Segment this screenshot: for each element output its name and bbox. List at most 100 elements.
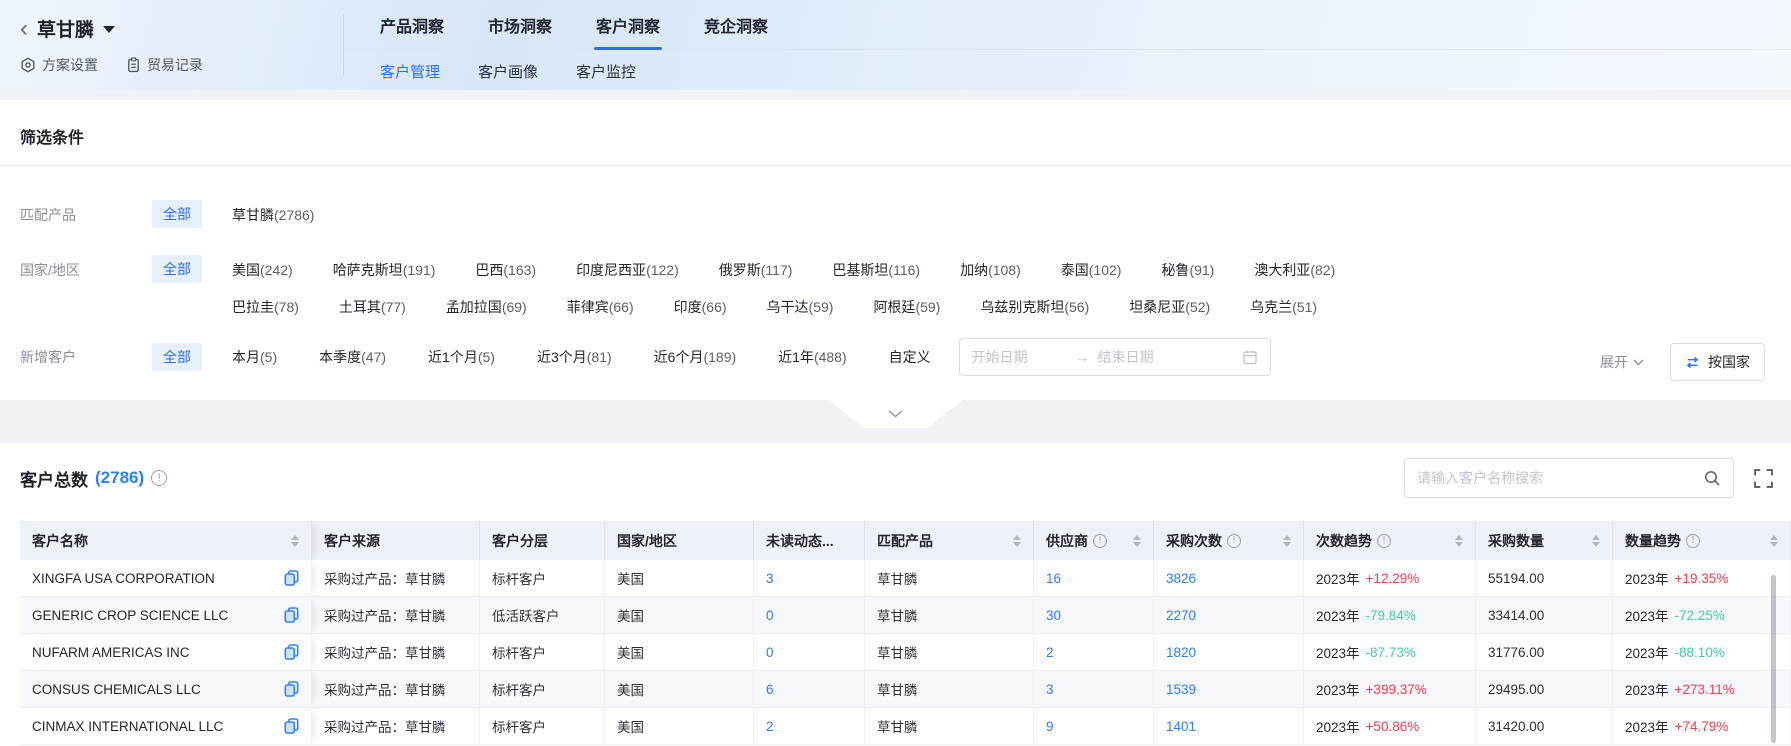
- filter-item[interactable]: 草甘膦(2786): [232, 205, 314, 225]
- column-header[interactable]: 客户来源: [312, 521, 480, 560]
- copy-icon[interactable]: [284, 607, 299, 623]
- column-header[interactable]: 采购次数!: [1154, 521, 1304, 560]
- filter-item[interactable]: 加纳(108): [960, 260, 1021, 280]
- sort-icon[interactable]: [1133, 535, 1141, 547]
- sort-icon[interactable]: [1592, 535, 1600, 547]
- filter-item[interactable]: 澳大利亚(82): [1254, 260, 1335, 280]
- cell-unread-updates[interactable]: 0: [754, 634, 865, 670]
- filter-item-name: 近1年: [778, 349, 814, 365]
- sort-icon[interactable]: [1013, 535, 1021, 547]
- cell-suppliers[interactable]: 2: [1034, 634, 1154, 670]
- copy-icon[interactable]: [284, 718, 299, 734]
- cell-purchase-count[interactable]: 2270: [1154, 597, 1304, 633]
- sub-tab-item[interactable]: 客户监控: [576, 61, 636, 82]
- cell-purchase-count[interactable]: 3826: [1154, 560, 1304, 596]
- column-header[interactable]: 国家/地区: [605, 521, 754, 560]
- filter-item[interactable]: 巴西(163): [475, 260, 536, 280]
- filter-item[interactable]: 巴拉圭(78): [232, 297, 299, 317]
- column-header[interactable]: 客户名称: [20, 521, 312, 560]
- column-header[interactable]: 客户分层: [480, 521, 605, 560]
- filter-item[interactable]: 本季度(47): [319, 347, 386, 367]
- filter-item[interactable]: 乌克兰(51): [1250, 297, 1317, 317]
- customer-name[interactable]: CONSUS CHEMICALS LLC: [32, 682, 201, 697]
- cell-unread-updates[interactable]: 2: [754, 708, 865, 744]
- cell-suppliers[interactable]: 3: [1034, 671, 1154, 707]
- back-icon[interactable]: ‹: [20, 19, 28, 39]
- copy-icon[interactable]: [284, 570, 299, 586]
- fullscreen-button[interactable]: [1754, 469, 1773, 488]
- customer-name[interactable]: GENERIC CROP SCIENCE LLC: [32, 608, 228, 623]
- filter-item[interactable]: 俄罗斯(117): [719, 260, 793, 280]
- customer-name[interactable]: XINGFA USA CORPORATION: [32, 571, 215, 586]
- expand-button[interactable]: 展开: [1600, 352, 1644, 372]
- cell-suppliers[interactable]: 9: [1034, 708, 1154, 744]
- filter-item[interactable]: 阿根廷(59): [873, 297, 940, 317]
- tab-item[interactable]: 市场洞察: [488, 0, 552, 49]
- start-date-input[interactable]: [972, 349, 1068, 365]
- end-date-input[interactable]: [1098, 349, 1194, 365]
- vertical-scrollbar[interactable]: [1771, 575, 1776, 743]
- sort-icon[interactable]: [1770, 535, 1778, 547]
- cell-purchase-count[interactable]: 1401: [1154, 708, 1304, 744]
- sub-tab-item[interactable]: 客户管理: [380, 61, 440, 82]
- sort-icon[interactable]: [1283, 535, 1291, 547]
- filter-item[interactable]: 印度尼西亚(122): [576, 260, 679, 280]
- tab-item[interactable]: 产品洞察: [380, 0, 444, 49]
- sort-icon[interactable]: [1455, 535, 1463, 547]
- customer-name[interactable]: CINMAX INTERNATIONAL LLC: [32, 719, 223, 734]
- all-chip-product[interactable]: 全部: [152, 200, 202, 228]
- column-header[interactable]: 匹配产品: [865, 521, 1034, 560]
- filter-item[interactable]: 美国(242): [232, 260, 293, 280]
- search-icon[interactable]: [1703, 469, 1721, 487]
- trend-year: 2023年: [1625, 716, 1669, 736]
- filter-item[interactable]: 乌干达(59): [767, 297, 834, 317]
- filter-item[interactable]: 乌兹别克斯坦(56): [980, 297, 1089, 317]
- filter-item[interactable]: 菲律宾(66): [567, 297, 634, 317]
- cell-suppliers[interactable]: 16: [1034, 560, 1154, 596]
- title-row: ‹ 草甘膦: [20, 15, 340, 42]
- filter-item[interactable]: 近1个月(5): [428, 347, 495, 367]
- copy-icon[interactable]: [284, 681, 299, 697]
- filter-item[interactable]: 本月(5): [232, 347, 277, 367]
- filter-item[interactable]: 印度(66): [674, 297, 727, 317]
- sub-tab-item[interactable]: 客户画像: [478, 61, 538, 82]
- trade-records-button[interactable]: 贸易记录: [126, 55, 203, 75]
- copy-icon[interactable]: [284, 644, 299, 660]
- scheme-settings-button[interactable]: 方案设置: [20, 55, 98, 75]
- all-chip-country[interactable]: 全部: [152, 255, 202, 283]
- column-header[interactable]: 未读动态...: [754, 521, 865, 560]
- sort-icon[interactable]: [291, 535, 299, 547]
- filter-item[interactable]: 坦桑尼亚(52): [1129, 297, 1210, 317]
- cell-purchase-count[interactable]: 1820: [1154, 634, 1304, 670]
- customers-header: 客户总数 (2786) !: [20, 449, 1773, 507]
- column-header[interactable]: 次数趋势!: [1304, 521, 1476, 560]
- filter-item[interactable]: 秘鲁(91): [1161, 260, 1214, 280]
- filter-item[interactable]: 巴基斯坦(116): [832, 260, 920, 280]
- filter-item[interactable]: 近1年(488): [778, 347, 846, 367]
- cell-unread-updates[interactable]: 0: [754, 597, 865, 633]
- dropdown-caret-icon[interactable]: [103, 26, 115, 33]
- trade-records-label: 贸易记录: [147, 55, 203, 75]
- column-header[interactable]: 供应商!: [1034, 521, 1154, 560]
- filter-item[interactable]: 哈萨克斯坦(191): [333, 260, 436, 280]
- filter-item[interactable]: 泰国(102): [1061, 260, 1122, 280]
- tab-item[interactable]: 客户洞察: [596, 0, 660, 49]
- tab-item[interactable]: 竞企洞察: [704, 0, 768, 49]
- filter-item[interactable]: 近3个月(81): [537, 347, 612, 367]
- search-input[interactable]: [1417, 470, 1695, 486]
- customer-name[interactable]: NUFARM AMERICAS INC: [32, 645, 190, 660]
- cell-unread-updates[interactable]: 6: [754, 671, 865, 707]
- filter-item[interactable]: 近6个月(189): [654, 347, 736, 367]
- cell-purchase-count[interactable]: 1539: [1154, 671, 1304, 707]
- date-range-picker[interactable]: →: [959, 338, 1271, 376]
- column-header[interactable]: 数量趋势!: [1613, 521, 1791, 560]
- cell-unread-updates[interactable]: 3: [754, 560, 865, 596]
- custom-range-button[interactable]: 自定义: [889, 347, 931, 367]
- group-by-country-button[interactable]: 按国家: [1670, 343, 1765, 381]
- filter-item[interactable]: 孟加拉国(69): [446, 297, 527, 317]
- filter-item[interactable]: 土耳其(77): [339, 297, 406, 317]
- cell-suppliers[interactable]: 30: [1034, 597, 1154, 633]
- all-chip-new-customer[interactable]: 全部: [152, 343, 202, 371]
- collapse-filter-button[interactable]: [829, 400, 963, 428]
- column-header[interactable]: 采购数量: [1476, 521, 1613, 560]
